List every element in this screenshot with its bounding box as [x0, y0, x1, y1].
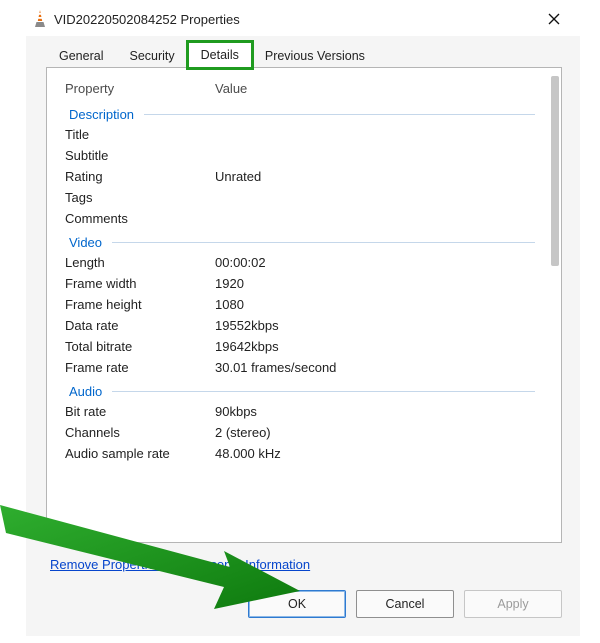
list-item[interactable]: Tags	[57, 187, 539, 208]
section-video: Video	[57, 235, 539, 250]
tab-details[interactable]: Details	[188, 42, 252, 68]
details-panel: Property Value Description Title Subtitl…	[46, 67, 562, 543]
ok-button[interactable]: OK	[248, 590, 346, 618]
tab-general[interactable]: General	[46, 43, 116, 68]
list-item[interactable]: Title	[57, 124, 539, 145]
list-item[interactable]: Frame width1920	[57, 273, 539, 294]
dialog-buttons: OK Cancel Apply	[46, 590, 562, 618]
tab-security[interactable]: Security	[116, 43, 187, 68]
list-item[interactable]: Bit rate90kbps	[57, 401, 539, 422]
window-title: VID20220502084252 Properties	[54, 12, 534, 27]
list-item[interactable]: RatingUnrated	[57, 166, 539, 187]
list-item[interactable]: Comments	[57, 208, 539, 229]
cancel-button[interactable]: Cancel	[356, 590, 454, 618]
list-item[interactable]: Subtitle	[57, 145, 539, 166]
section-audio: Audio	[57, 384, 539, 399]
list-item[interactable]: Data rate19552kbps	[57, 315, 539, 336]
dialog-content: General Security Details Previous Versio…	[26, 36, 580, 636]
column-header-value[interactable]: Value	[215, 81, 537, 98]
list-item[interactable]: Channels2 (stereo)	[57, 422, 539, 443]
titlebar: VID20220502084252 Properties	[26, 0, 580, 36]
list-item[interactable]: Audio sample rate48.000 kHz	[57, 443, 539, 464]
list-item[interactable]: Length00:00:02	[57, 252, 539, 273]
list-item[interactable]: Total bitrate19642kbps	[57, 336, 539, 357]
properties-dialog: VID20220502084252 Properties General Sec…	[26, 0, 580, 643]
remove-properties-link[interactable]: Remove Properties and Personal Informati…	[50, 557, 310, 572]
list-item[interactable]: Frame height1080	[57, 294, 539, 315]
apply-button[interactable]: Apply	[464, 590, 562, 618]
tab-previous-versions[interactable]: Previous Versions	[252, 43, 378, 68]
column-headers: Property Value	[57, 78, 539, 101]
close-button[interactable]	[534, 5, 574, 33]
list-item[interactable]: Frame rate30.01 frames/second	[57, 357, 539, 378]
details-grid: Property Value Description Title Subtitl…	[57, 78, 557, 532]
tab-strip: General Security Details Previous Versio…	[46, 40, 562, 68]
vlc-icon	[32, 9, 48, 30]
section-description: Description	[57, 107, 539, 122]
scrollbar[interactable]	[549, 76, 559, 276]
column-header-property[interactable]: Property	[59, 81, 215, 98]
scrollbar-thumb[interactable]	[551, 76, 559, 266]
